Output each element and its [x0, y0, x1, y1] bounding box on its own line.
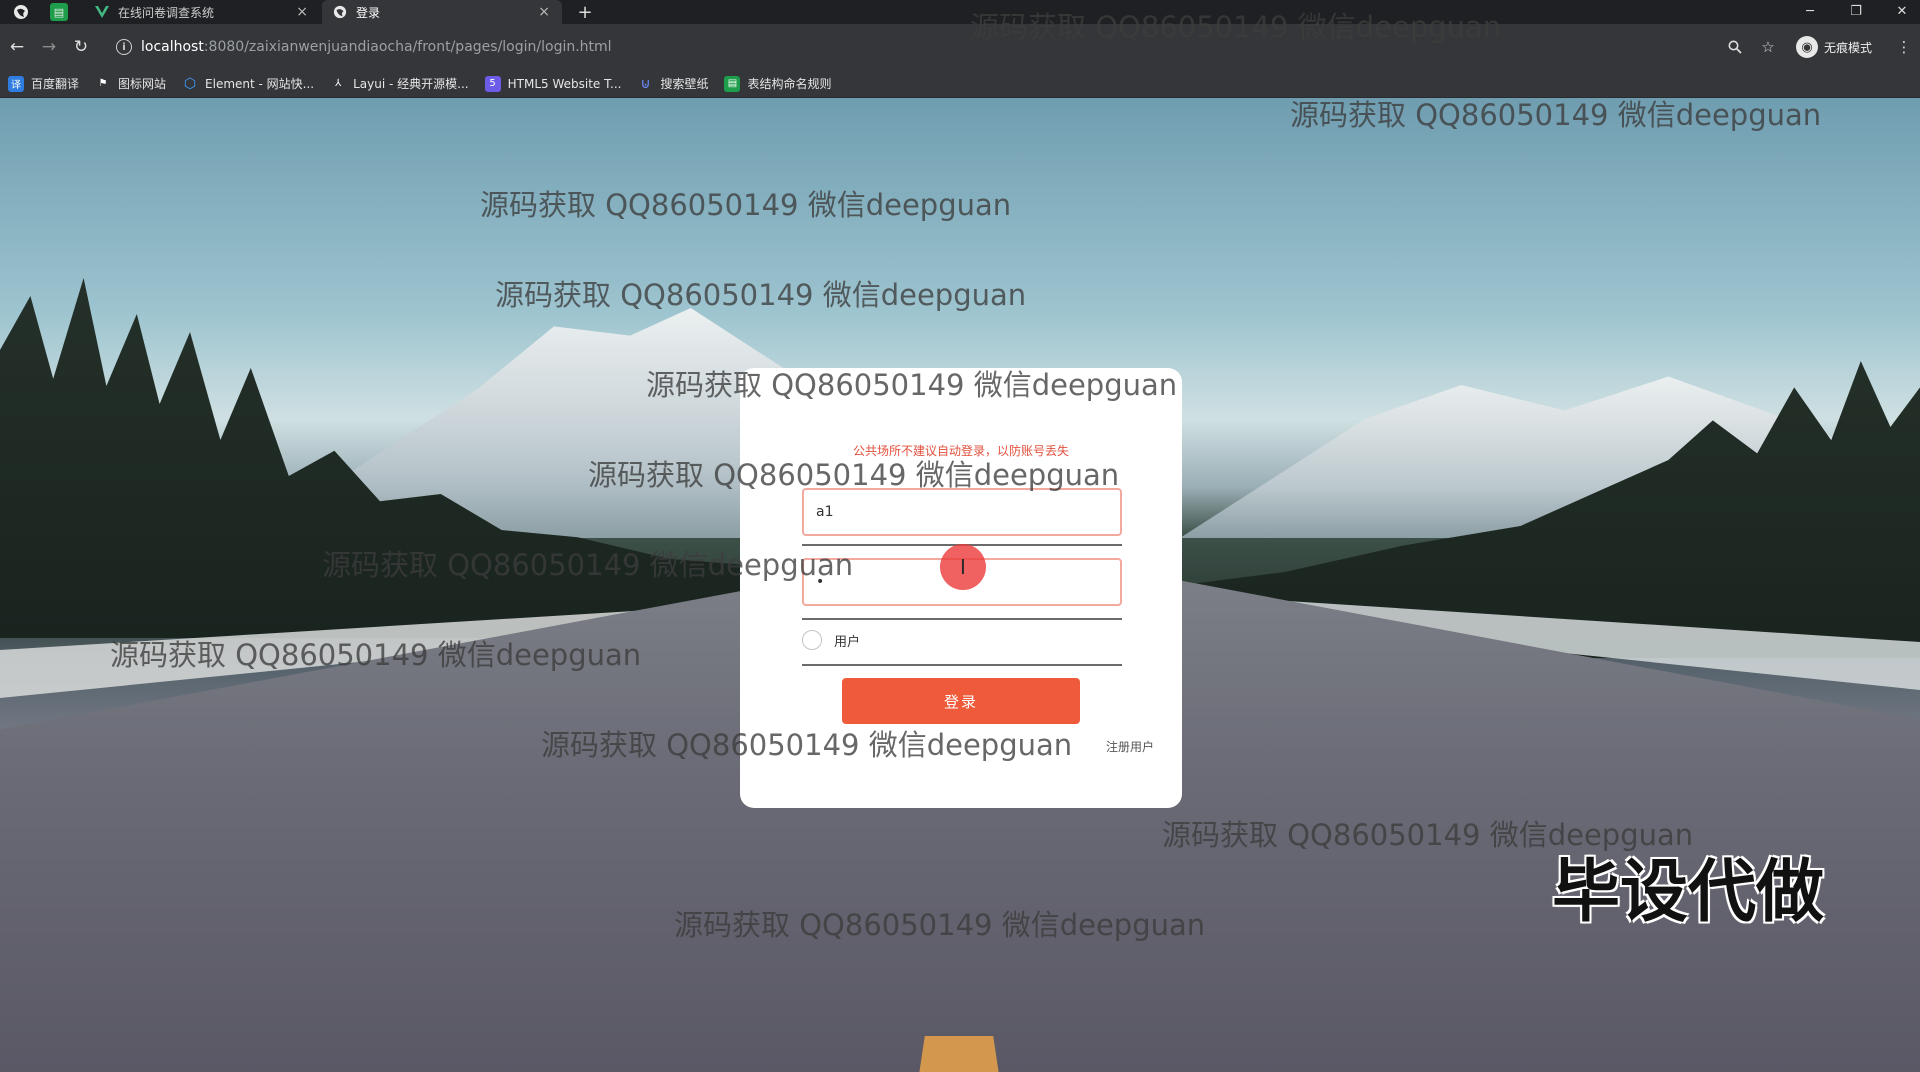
forward-arrow-icon[interactable]: → — [38, 36, 60, 58]
element-icon: ⬡ — [183, 75, 197, 92]
close-window-icon[interactable]: ✕ — [1884, 0, 1920, 22]
username-input[interactable] — [816, 504, 1120, 520]
vue-icon — [94, 4, 110, 20]
url-host: localhost — [141, 39, 204, 55]
role-label: 用户 — [834, 634, 861, 650]
globe-icon[interactable] — [12, 3, 30, 21]
watermark-text: 源码获取 QQ86050149 微信deepguan — [480, 188, 1012, 222]
translate-icon: 译 — [8, 75, 24, 92]
restore-icon[interactable]: ❐ — [1838, 0, 1874, 22]
incognito-profile[interactable]: ◉ 无痕模式 — [1796, 34, 1872, 60]
menu-kebab-icon[interactable]: ⋮ — [1893, 36, 1915, 58]
watermark-text: 源码获取 QQ86050149 微信deepguan — [110, 638, 642, 672]
url-path: :8080/zaixianwenjuandiaocha/front/pages/… — [203, 39, 612, 55]
incognito-icon: ◉ — [1796, 36, 1818, 58]
tab-login[interactable]: 登录 × — [322, 0, 562, 24]
minimize-icon[interactable]: ─ — [1792, 0, 1828, 22]
close-icon[interactable]: × — [296, 4, 308, 20]
watermark-text: 源码获取 QQ86050149 微信deepguan — [322, 548, 854, 582]
divider — [802, 664, 1122, 666]
globe-icon — [332, 4, 348, 20]
register-link[interactable]: 注册用户 — [1106, 738, 1154, 755]
bookmark-icon-site[interactable]: ⚑ 图标网站 — [95, 75, 167, 92]
new-tab-button[interactable]: + — [574, 0, 596, 24]
tab-strip: ▤ 在线问卷调查系统 × 登录 × + ─ ❐ ✕ — [0, 0, 1920, 24]
bookmark-html5[interactable]: 5 HTML5 Website T... — [484, 75, 621, 92]
watermark-text: 源码获取 QQ86050149 微信deepguan — [646, 368, 1178, 402]
address-bar[interactable]: i localhost:8080/zaixianwenjuandiaocha/f… — [106, 32, 1796, 62]
watermark-text: 源码获取 QQ86050149 微信deepguan — [1290, 98, 1822, 132]
tab-survey-system[interactable]: 在线问卷调查系统 × — [84, 0, 320, 24]
sheet-icon[interactable]: ▤ — [50, 3, 68, 21]
watermark-text: 源码获取 QQ86050149 微信deepguan — [674, 908, 1206, 942]
lane-marking — [919, 1036, 999, 1072]
html5-icon: 5 — [484, 75, 501, 92]
back-arrow-icon[interactable]: ← — [6, 36, 28, 58]
text-cursor-icon: I — [960, 555, 966, 579]
role-radio[interactable] — [802, 630, 822, 650]
login-button[interactable]: 登录 — [842, 678, 1080, 724]
close-icon[interactable]: × — [538, 4, 550, 20]
layui-icon: ⅄ — [335, 78, 342, 89]
promo-stamp: 毕设代做 — [1552, 853, 1825, 932]
browser-toolbar: ← → ↻ i localhost:8080/zaixianwenjuandia… — [0, 24, 1920, 70]
zoom-icon[interactable] — [1724, 36, 1746, 58]
bookmark-wallpaper[interactable]: ⊍ 搜索壁纸 — [637, 75, 708, 92]
username-field[interactable] — [802, 488, 1122, 536]
wallpaper-icon: ⊍ — [640, 75, 651, 92]
bookmark-baidu-translate[interactable]: 译百度翻译 — [8, 75, 79, 92]
bookmark-naming-rules[interactable]: ▤ 表结构命名规则 — [724, 75, 831, 92]
role-option[interactable]: 用户 — [802, 630, 860, 650]
divider — [802, 618, 1122, 620]
bookmark-star-icon[interactable]: ☆ — [1757, 36, 1779, 58]
watermark-text: 源码获取 QQ86050149 微信deepguan — [541, 728, 1073, 762]
bookmark-element[interactable]: ⬡ Element - 网站快... — [182, 75, 314, 92]
cursor-highlight: I — [940, 544, 986, 590]
watermark-text: 源码获取 QQ86050149 微信deepguan — [495, 278, 1027, 312]
tab-title: 登录 — [356, 5, 381, 20]
profile-label: 无痕模式 — [1824, 40, 1873, 55]
reload-icon[interactable]: ↻ — [70, 36, 92, 58]
watermark-text: 源码获取 QQ86050149 微信deepguan — [970, 10, 1502, 44]
info-icon[interactable]: i — [116, 39, 132, 55]
watermark-text: 源码获取 QQ86050149 微信deepguan — [588, 458, 1120, 492]
tab-title: 在线问卷调查系统 — [118, 5, 215, 20]
bookmark-layui[interactable]: ⅄ Layui - 经典开源模... — [330, 75, 469, 92]
flag-icon: ⚑ — [98, 78, 108, 89]
sheet-icon: ▤ — [724, 75, 741, 92]
